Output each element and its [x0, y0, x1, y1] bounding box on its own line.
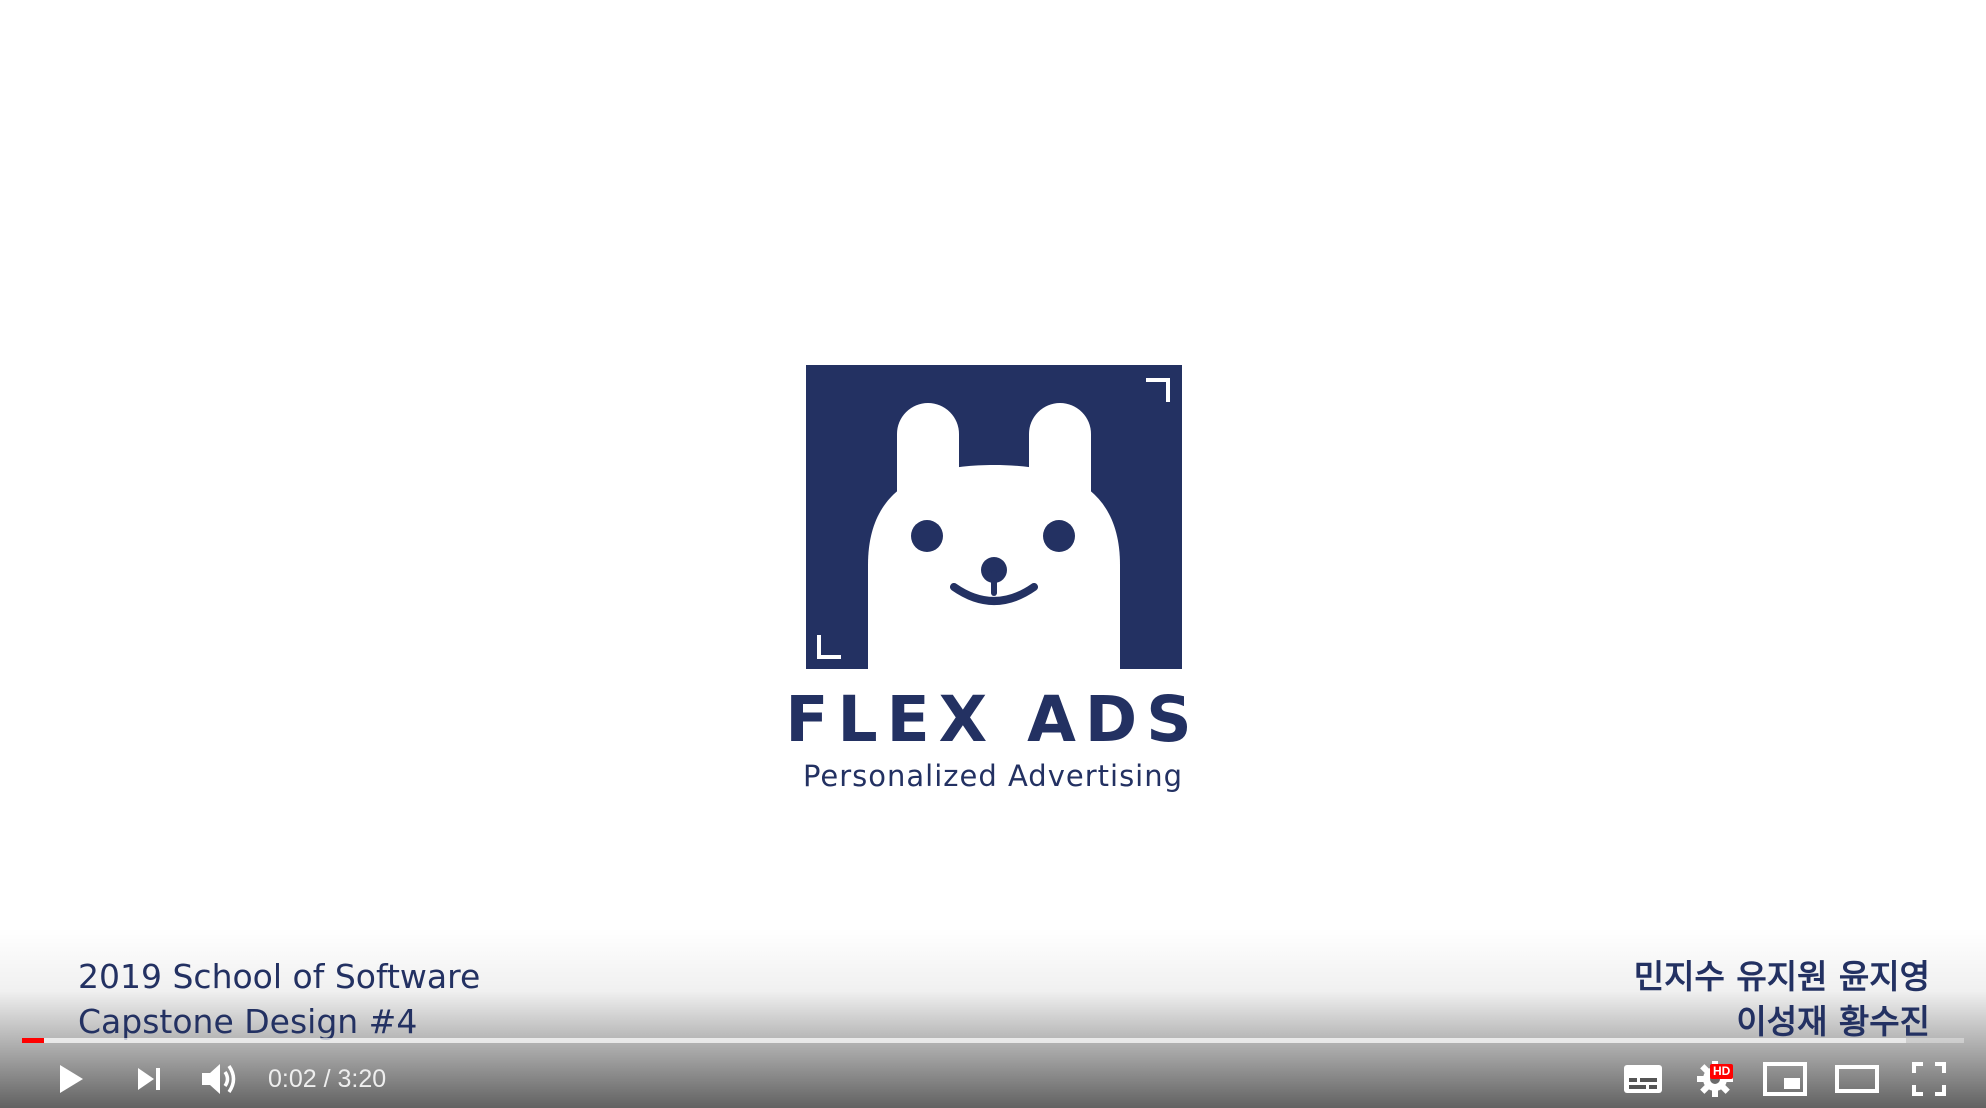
fullscreen-button[interactable] — [1902, 1050, 1956, 1108]
next-icon — [138, 1068, 160, 1090]
mute-button[interactable] — [194, 1050, 248, 1108]
miniplayer-button[interactable] — [1758, 1050, 1812, 1108]
play-icon — [60, 1065, 83, 1093]
theater-mode-button[interactable] — [1830, 1050, 1884, 1108]
play-button[interactable] — [44, 1050, 96, 1108]
progress-loaded — [22, 1038, 1906, 1043]
next-button[interactable] — [124, 1050, 174, 1108]
player-controls: 0:02 / 3:20 HD — [0, 1050, 1986, 1108]
caption-line: 2019 School of Software — [78, 957, 481, 996]
subtitles-icon — [1624, 1065, 1662, 1093]
logo-title: FLEX ADS — [785, 683, 1201, 756]
miniplayer-icon — [1763, 1062, 1807, 1096]
duration: 3:20 — [337, 1064, 387, 1093]
caption-line: 민지수 유지원 윤지영 — [1633, 957, 1930, 996]
caption-team-members: 민지수 유지원 윤지영 이성재 황수진 — [1634, 954, 1930, 1044]
flex-ads-logo — [806, 365, 1182, 669]
video-player[interactable]: FLEX ADS Personalized Advertising 2019 S… — [0, 0, 1986, 1108]
progress-bar[interactable] — [22, 1038, 1964, 1043]
hd-badge: HD — [1710, 1064, 1734, 1079]
caption-course-info: 2019 School of Software Capstone Design … — [78, 954, 480, 1044]
time-separator: / — [316, 1064, 338, 1093]
time-display: 0:02 / 3:20 — [268, 1050, 386, 1108]
theater-icon — [1835, 1065, 1879, 1093]
bunny-logo-graphic — [806, 365, 1182, 669]
fullscreen-icon — [1912, 1062, 1946, 1096]
volume-icon — [202, 1064, 236, 1094]
progress-played — [22, 1038, 44, 1043]
current-time: 0:02 — [268, 1064, 317, 1093]
settings-button[interactable] — [1688, 1050, 1742, 1108]
subtitles-button[interactable] — [1616, 1050, 1670, 1108]
logo-subtitle: Personalized Advertising — [802, 759, 1184, 793]
